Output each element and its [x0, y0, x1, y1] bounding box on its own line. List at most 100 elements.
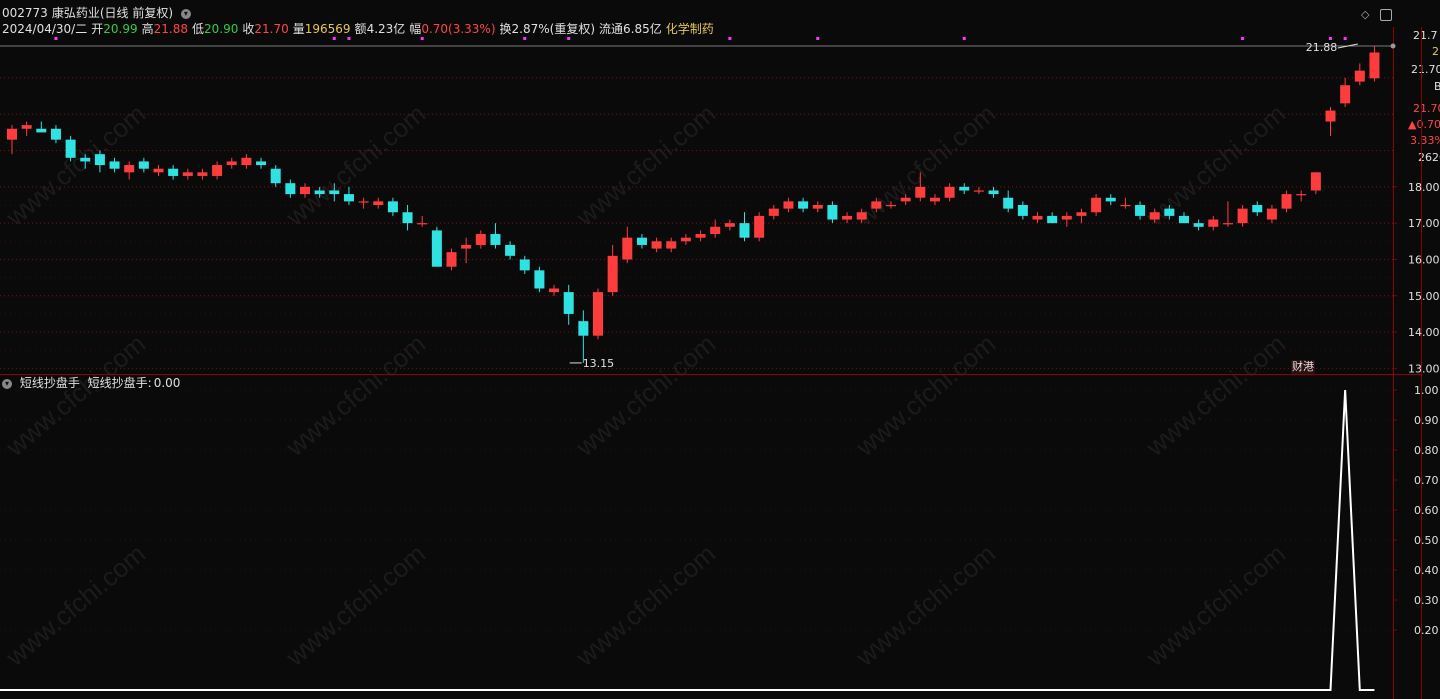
candle-body[interactable] [329, 190, 340, 195]
candle-body[interactable] [695, 234, 706, 238]
candle-body[interactable] [871, 201, 882, 209]
candle-body[interactable] [959, 186, 970, 191]
candle-body[interactable] [593, 292, 603, 336]
candle-body[interactable] [94, 154, 105, 166]
candle-body[interactable] [988, 190, 999, 195]
candle-body[interactable] [1252, 205, 1263, 213]
candle-body[interactable] [827, 205, 838, 220]
candle-body[interactable] [387, 201, 398, 213]
candle-body[interactable] [373, 201, 384, 205]
candle-body[interactable] [783, 201, 794, 209]
candle-body[interactable] [724, 223, 735, 227]
candle-body[interactable] [973, 190, 984, 192]
candle-body[interactable] [1032, 215, 1043, 220]
candle-body[interactable] [197, 172, 208, 176]
candle-body[interactable] [1120, 205, 1131, 207]
candle-body[interactable] [1017, 205, 1028, 216]
event-marker[interactable] [1329, 37, 1332, 40]
candle-body[interactable] [300, 186, 310, 195]
event-marker[interactable] [1343, 37, 1347, 40]
candle-body[interactable] [490, 234, 501, 245]
candle-body[interactable] [578, 321, 589, 336]
candle-body[interactable] [446, 252, 457, 267]
candle-body[interactable] [1266, 208, 1277, 220]
candle-body[interactable] [1340, 85, 1351, 104]
candle-body[interactable] [1208, 219, 1219, 227]
candle-body[interactable] [475, 234, 486, 245]
candle-body[interactable] [534, 270, 545, 289]
candle-body[interactable] [7, 128, 17, 140]
candle-body[interactable] [270, 168, 281, 184]
candle-body[interactable] [1354, 70, 1365, 82]
candle-body[interactable] [1296, 194, 1307, 196]
candle-body[interactable] [505, 244, 516, 256]
candle-body[interactable] [754, 215, 765, 238]
event-marker[interactable] [567, 37, 571, 40]
candle-body[interactable] [1003, 197, 1014, 209]
candle-body[interactable] [65, 139, 76, 158]
event-marker[interactable] [728, 37, 732, 40]
candle-body[interactable] [944, 186, 955, 198]
candle-body[interactable] [358, 201, 369, 203]
candle-body[interactable] [285, 183, 296, 195]
candle-body[interactable] [402, 212, 413, 224]
event-marker[interactable] [54, 37, 58, 40]
candle-body[interactable] [168, 168, 179, 176]
candle-body[interactable] [768, 208, 779, 216]
candle-body[interactable] [241, 157, 252, 166]
candle-body[interactable] [666, 241, 677, 249]
candle-body[interactable] [1135, 205, 1146, 216]
candle-body[interactable] [431, 230, 442, 267]
candle-body[interactable] [314, 190, 325, 195]
candle-body[interactable] [1047, 215, 1058, 224]
candle-body[interactable] [21, 125, 32, 129]
candle-body[interactable] [856, 212, 867, 220]
candle-body[interactable] [1076, 212, 1087, 216]
candle-body[interactable] [929, 197, 940, 202]
candle-body[interactable] [1281, 194, 1292, 209]
candle-body[interactable] [710, 226, 721, 235]
candle-body[interactable] [256, 161, 267, 166]
candle-body[interactable] [651, 241, 662, 249]
candle-body[interactable] [138, 161, 149, 169]
candle-body[interactable] [519, 259, 530, 271]
candle-body[interactable] [417, 223, 428, 225]
candle-body[interactable] [607, 255, 618, 293]
candle-body[interactable] [636, 237, 647, 245]
candle-body[interactable] [226, 161, 237, 166]
candle-body[interactable] [153, 168, 164, 173]
candle-body[interactable] [1310, 172, 1321, 191]
candle-body[interactable] [622, 237, 633, 260]
candle-body[interactable] [842, 215, 853, 220]
candle-body[interactable] [1325, 110, 1336, 122]
candle-body[interactable] [461, 244, 472, 249]
candle-body[interactable] [182, 172, 193, 176]
candle-body[interactable] [1193, 223, 1204, 227]
candle-body[interactable] [798, 201, 809, 209]
candle-body[interactable] [1105, 197, 1116, 202]
candle-body[interactable] [1237, 208, 1248, 224]
candle-body[interactable] [212, 165, 223, 176]
candle-body[interactable] [124, 165, 135, 173]
event-marker[interactable] [420, 37, 424, 40]
candle-body[interactable] [900, 197, 911, 202]
event-marker[interactable] [332, 37, 336, 40]
event-marker[interactable] [347, 37, 351, 40]
candle-body[interactable] [50, 128, 61, 140]
candle-body[interactable] [739, 223, 750, 238]
candle-body[interactable] [549, 288, 560, 293]
candle-body[interactable] [886, 205, 896, 207]
candle-body[interactable] [1061, 215, 1072, 220]
candle-body[interactable] [343, 194, 354, 202]
candle-body[interactable] [1091, 197, 1102, 213]
event-marker[interactable] [1241, 37, 1245, 40]
candle-body[interactable] [36, 128, 47, 133]
candle-body[interactable] [915, 186, 926, 198]
candle-body[interactable] [563, 292, 574, 314]
candle-body[interactable] [812, 205, 823, 209]
event-marker[interactable] [523, 37, 527, 40]
candle-body[interactable] [1164, 208, 1175, 216]
candle-body[interactable] [680, 237, 691, 242]
candle-body[interactable] [1179, 215, 1189, 224]
candle-body[interactable] [109, 161, 120, 169]
